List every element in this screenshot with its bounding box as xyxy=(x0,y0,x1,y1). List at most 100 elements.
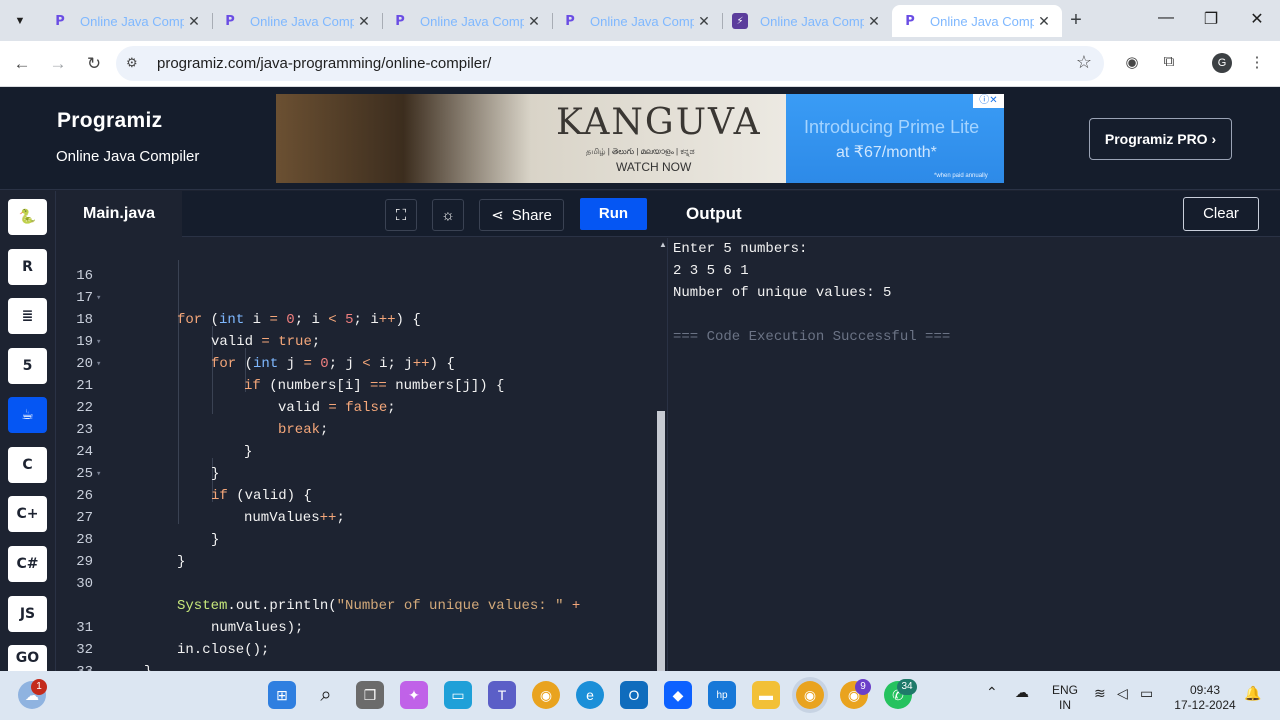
r-icon[interactable]: R xyxy=(8,249,47,285)
back-button[interactable]: ← xyxy=(10,52,34,76)
clock[interactable]: 09:43 17-12-2024 xyxy=(1172,683,1238,713)
start-icon[interactable]: ⊞ xyxy=(268,681,296,709)
programiz-favicon-icon: P xyxy=(905,13,915,29)
outlook-icon[interactable]: O xyxy=(620,681,648,709)
code-line: 24 } xyxy=(76,444,220,482)
chrome-profile-icon[interactable]: ◉ xyxy=(796,681,824,709)
wifi-icon[interactable]: ≋ xyxy=(1094,686,1106,701)
browser-tab[interactable]: P Online Java Comp ✕ xyxy=(552,5,722,37)
programiz-favicon-icon: P xyxy=(225,13,235,29)
edge-icon[interactable]: e xyxy=(576,681,604,709)
browser-menu-icon[interactable]: ⋮ xyxy=(1246,53,1268,75)
browser-tab-active[interactable]: P Online Java Compi ✕ xyxy=(892,5,1062,37)
ad-languages: தமிழ் | తెలుగు | മലയാളം | ಕನ್ನಡ xyxy=(586,147,695,156)
tab-search-dropdown[interactable]: ▼ xyxy=(8,9,32,33)
c-icon[interactable]: C xyxy=(8,447,47,483)
java-icon[interactable]: ☕ xyxy=(8,397,47,433)
myhp-icon[interactable]: hp xyxy=(708,681,736,709)
programiz-pro-button[interactable]: Programiz PRO › xyxy=(1089,118,1232,160)
editor-scrollbar[interactable] xyxy=(657,411,665,671)
site-info-icon[interactable]: ⚙ xyxy=(126,55,138,71)
bookmark-star-icon[interactable]: ☆ xyxy=(1076,52,1092,73)
ad-watch-now: WATCH NOW xyxy=(616,160,692,174)
browser-tab[interactable]: P Online Java Comp ✕ xyxy=(212,5,382,37)
csharp-icon[interactable]: C# xyxy=(8,546,47,582)
browser-tab[interactable]: P Online Java Comp ✕ xyxy=(382,5,552,37)
close-tab-icon[interactable]: ✕ xyxy=(354,13,374,30)
ad-prime-panel xyxy=(786,94,1004,183)
sql-icon[interactable]: ≣ xyxy=(8,298,47,334)
code-line: 16 xyxy=(76,268,93,284)
code-line: 23 } xyxy=(76,422,253,460)
code-line: 25 ▾ if (valid) { xyxy=(56,441,656,504)
task-view-icon[interactable]: ❐ xyxy=(356,681,384,709)
reload-button[interactable]: ↻ xyxy=(82,52,106,76)
browser-tab[interactable]: ⚡ Online Java Comp ✕ xyxy=(722,5,892,37)
profile-avatar[interactable]: G xyxy=(1212,53,1232,73)
output-panel: Enter 5 numbers: 2 3 5 6 1 Number of uni… xyxy=(667,238,1280,671)
battery-icon[interactable]: ▭ xyxy=(1140,686,1153,701)
code-line: 29 xyxy=(76,554,93,570)
teams-icon[interactable]: T xyxy=(488,681,516,709)
bolt-favicon-icon: ⚡ xyxy=(732,13,748,29)
ad-banner[interactable]: KANGUVA தமிழ் | తెలుగు | മലയാളം | ಕನ್ನಡ … xyxy=(276,94,1004,183)
file-explorer-icon[interactable]: ▬ xyxy=(752,681,780,709)
search-icon[interactable]: ⌕ xyxy=(312,681,340,709)
run-button[interactable]: Run xyxy=(580,198,647,230)
adchoices-close-icon[interactable]: ⓘ✕ xyxy=(973,94,1004,108)
minimize-button[interactable]: — xyxy=(1143,9,1189,31)
clear-button[interactable]: Clear xyxy=(1183,197,1259,231)
output-line: 2 3 5 6 1 xyxy=(673,263,749,279)
tray-expand-icon[interactable]: ⌃ xyxy=(986,685,998,700)
browser-tab[interactable]: P Online Java Compi ✕ xyxy=(42,5,212,37)
omnibox[interactable]: ⚙ programiz.com/java-programming/online-… xyxy=(116,46,1104,81)
close-tab-icon[interactable]: ✕ xyxy=(1034,13,1054,30)
theme-toggle-icon[interactable]: ☼ xyxy=(432,199,464,231)
close-window-button[interactable]: ✕ xyxy=(1234,9,1280,31)
programiz-logo[interactable]: Programiz xyxy=(57,109,162,133)
programiz-favicon-icon: P xyxy=(395,13,405,29)
url-text[interactable]: programiz.com/java-programming/online-co… xyxy=(157,55,491,72)
ad-movie-title: KANGUVA xyxy=(556,102,762,143)
ad-prime-text: Introducing Prime Lite xyxy=(804,117,980,137)
dropbox-icon[interactable]: ◆ xyxy=(664,681,692,709)
programiz-favicon-icon: P xyxy=(565,13,575,29)
input-language[interactable]: ENG IN xyxy=(1050,683,1080,713)
code-editor[interactable]: 16 17 ▾ for (int i = 0; i < 5; i++) { 18 … xyxy=(56,238,666,671)
windows-taskbar: ☁ 1 ⊞ ⌕ ❐ ✦ ▭ T ◉ e O ◆ hp ▬ ◉ ◉ 9 ✆ 34 … xyxy=(0,671,1280,720)
go-icon[interactable]: GO xyxy=(8,645,47,671)
html-icon[interactable]: 5 xyxy=(8,348,47,384)
close-tab-icon[interactable]: ✕ xyxy=(694,13,714,30)
copilot-icon[interactable]: ✦ xyxy=(400,681,428,709)
close-tab-icon[interactable]: ✕ xyxy=(524,13,544,30)
language-sidebar: 🐍 R ≣ 5 ☕ C C+ C# JS GO xyxy=(0,191,56,671)
code-line: 22 break; xyxy=(76,400,329,438)
close-tab-icon[interactable]: ✕ xyxy=(864,13,884,30)
execution-status: === Code Execution Successful === xyxy=(673,329,951,345)
code-line: 26 numValues++; xyxy=(76,488,345,526)
code-line: 27 } xyxy=(76,510,220,548)
volume-icon[interactable]: ◁ xyxy=(1117,686,1128,701)
desktop-icon[interactable]: ▭ xyxy=(444,681,472,709)
page-subtitle: Online Java Compiler xyxy=(56,148,200,165)
chrome-badge: 9 xyxy=(855,679,871,695)
code-line: 32 } xyxy=(76,642,152,671)
code-line: 20 ▾ if (numbers[i] == numbers[j]) { xyxy=(56,331,656,394)
close-tab-icon[interactable]: ✕ xyxy=(184,13,204,30)
chrome-icon[interactable]: ◉ xyxy=(532,681,560,709)
fullscreen-icon[interactable]: ⛶ xyxy=(385,199,417,231)
forward-button[interactable]: → xyxy=(46,52,70,76)
share-button[interactable]: ⋖ Share xyxy=(479,199,564,231)
scroll-up-arrow-icon[interactable]: ▲ xyxy=(659,240,667,249)
file-tab-main-java[interactable]: Main.java xyxy=(56,191,182,237)
cpp-icon[interactable]: C+ xyxy=(8,496,47,532)
onedrive-icon[interactable]: ☁ xyxy=(1015,685,1029,700)
notification-bell-icon[interactable]: 🔔 xyxy=(1244,686,1261,701)
js-icon[interactable]: JS xyxy=(8,596,47,632)
restore-button[interactable]: ❐ xyxy=(1188,9,1234,31)
new-tab-button[interactable]: + xyxy=(1064,9,1088,33)
extension-icon[interactable]: ◉ xyxy=(1121,53,1143,75)
python-icon[interactable]: 🐍 xyxy=(8,199,47,235)
site-header: Programiz Online Java Compiler KANGUVA த… xyxy=(0,87,1280,190)
puzzle-extensions-icon[interactable]: ⧉ xyxy=(1158,53,1180,75)
